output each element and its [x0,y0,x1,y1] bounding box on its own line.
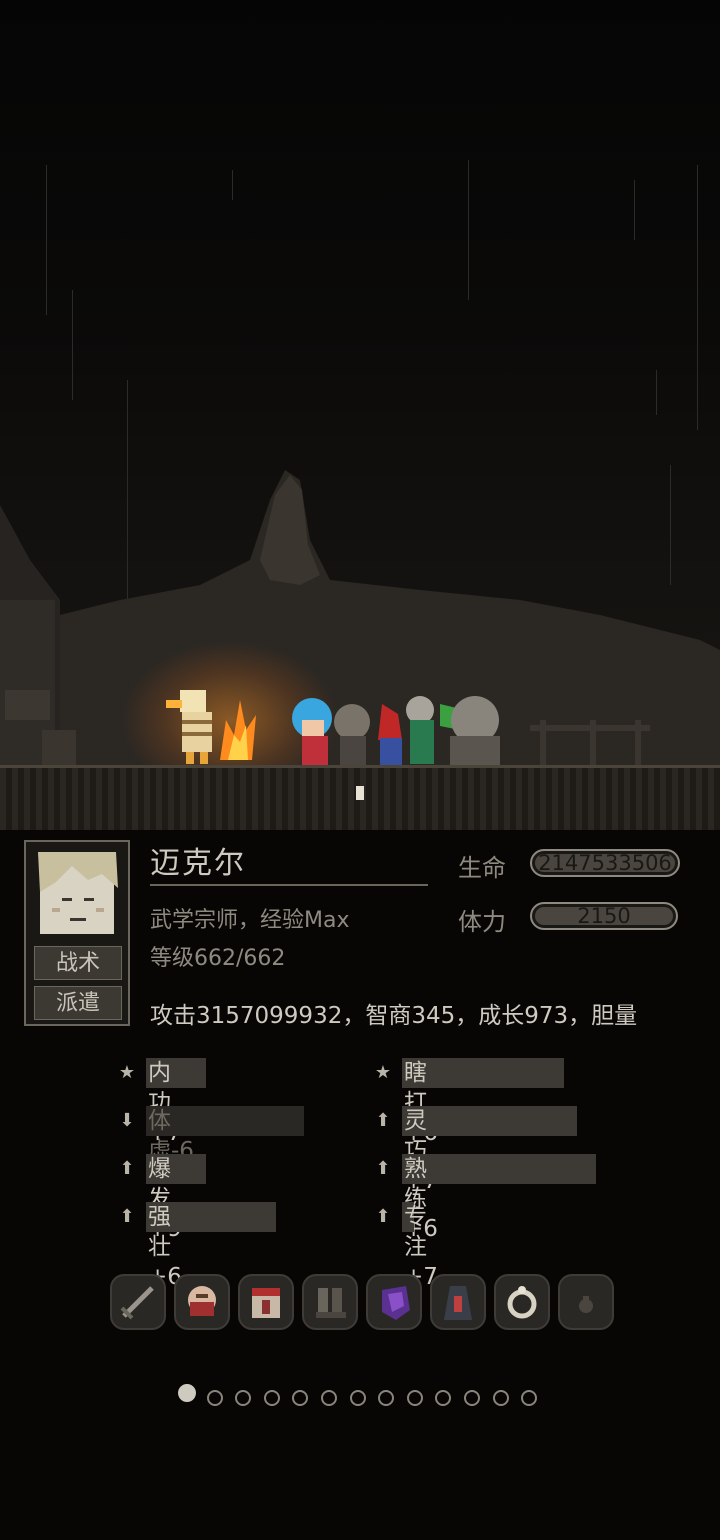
equip-slot-weapon[interactable] [110,1274,166,1330]
sword-icon [120,1286,154,1320]
boots-icon [316,1288,346,1318]
page-dot[interactable] [263,1390,280,1406]
arrow-up-icon: ⬆ [119,1158,135,1179]
ring-icon [507,1286,537,1319]
character-portrait[interactable]: 战术 派遣 [24,840,130,1026]
equip-slot-empty[interactable] [558,1274,614,1330]
character-name: 迈克尔 [150,846,246,881]
candle-marker [356,786,364,800]
page-dot[interactable] [178,1384,196,1402]
arrow-down-icon: ⬇ [119,1110,135,1131]
cloak-icon [444,1286,472,1320]
hp-label: 生命 [458,854,506,882]
character-title: 武学宗师，经验Max [150,908,350,933]
arrow-up-icon: ⬆ [375,1110,391,1131]
page-dot[interactable] [349,1390,366,1406]
stamina-label: 体力 [458,908,506,936]
star-icon: ★ [374,1062,392,1083]
helmet-icon [188,1286,216,1316]
stamina-bar: 2150 [530,902,678,930]
gauntlet-icon [382,1286,410,1320]
name-underline [150,884,428,886]
dispatch-button[interactable]: 派遣 [34,986,122,1020]
hp-bar: 2147533506 [530,849,680,877]
game-scene [0,0,720,830]
arrow-up-icon: ⬆ [375,1158,391,1179]
stamina-value: 2150 [577,904,631,928]
empty-slot-icon [579,1296,593,1313]
equip-slot-armor[interactable] [238,1274,294,1330]
page-dot[interactable] [206,1390,223,1406]
equip-slot-accessory[interactable] [494,1274,550,1330]
tactics-button[interactable]: 战术 [34,946,122,980]
character-stats: 攻击3157099932，智商345，成长973，胆量 [150,1003,638,1029]
arrow-up-icon: ⬆ [375,1206,391,1227]
party-sprites [292,696,500,766]
equip-slot-head[interactable] [174,1274,230,1330]
equip-slot-hands[interactable] [366,1274,422,1330]
armor-icon [252,1288,280,1318]
page-dot[interactable] [464,1390,480,1406]
star-icon: ★ [118,1062,136,1083]
page-dot[interactable] [406,1390,423,1406]
mascot-sprite [166,690,256,764]
avatar [32,848,122,938]
page-dot[interactable] [492,1390,509,1406]
arrow-up-icon: ⬆ [119,1206,135,1227]
equip-slot-cloak[interactable] [430,1274,486,1330]
equip-slot-boots[interactable] [302,1274,358,1330]
character-level: 等级662/662 [150,946,286,971]
hp-value: 2147533506 [538,851,672,875]
page-dot[interactable] [321,1390,337,1406]
